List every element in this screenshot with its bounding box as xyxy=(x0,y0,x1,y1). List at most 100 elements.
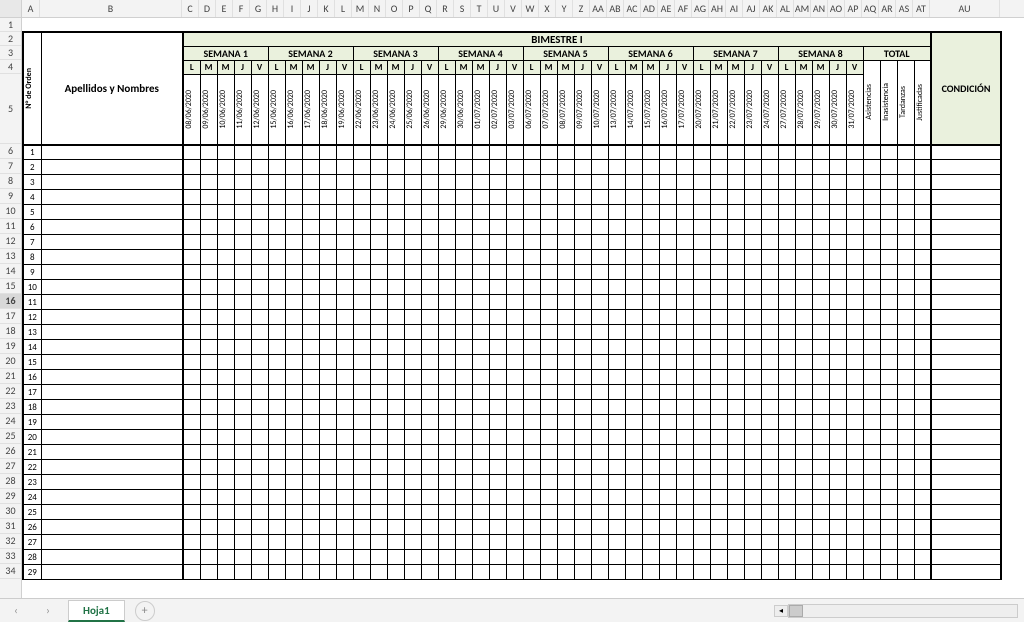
cell-attendance[interactable] xyxy=(319,160,336,175)
cell-attendance[interactable] xyxy=(421,355,438,370)
cell-attendance[interactable] xyxy=(489,190,506,205)
cell-condicion[interactable] xyxy=(931,430,1001,445)
cell-condicion[interactable] xyxy=(931,175,1001,190)
cell-attendance[interactable] xyxy=(642,355,659,370)
cell-condicion[interactable] xyxy=(931,250,1001,265)
cell-total[interactable] xyxy=(880,325,897,340)
cell-attendance[interactable] xyxy=(795,520,812,535)
cell-attendance[interactable] xyxy=(404,415,421,430)
cell-total[interactable] xyxy=(914,295,931,310)
cell-attendance[interactable] xyxy=(387,400,404,415)
cell-attendance[interactable] xyxy=(625,520,642,535)
cell-attendance[interactable] xyxy=(370,520,387,535)
column-header-AR[interactable]: AR xyxy=(879,0,896,17)
cell-attendance[interactable] xyxy=(285,310,302,325)
cell-attendance[interactable] xyxy=(336,355,353,370)
cell-order-number[interactable]: 8 xyxy=(23,250,41,265)
cell-attendance[interactable] xyxy=(421,370,438,385)
cell-total[interactable] xyxy=(897,325,914,340)
cell-attendance[interactable] xyxy=(829,415,846,430)
cell-attendance[interactable] xyxy=(676,550,693,565)
cell-attendance[interactable] xyxy=(455,175,472,190)
column-header-AL[interactable]: AL xyxy=(777,0,794,17)
cell-attendance[interactable] xyxy=(540,550,557,565)
cell-attendance[interactable] xyxy=(608,535,625,550)
cell-total[interactable] xyxy=(863,235,880,250)
cell-attendance[interactable] xyxy=(829,205,846,220)
cell-attendance[interactable] xyxy=(710,265,727,280)
cell-attendance[interactable] xyxy=(591,505,608,520)
cell-attendance[interactable] xyxy=(319,445,336,460)
cell-attendance[interactable] xyxy=(217,460,234,475)
cell-attendance[interactable] xyxy=(727,265,744,280)
cell-attendance[interactable] xyxy=(404,370,421,385)
cell-attendance[interactable] xyxy=(642,445,659,460)
cell-attendance[interactable] xyxy=(625,400,642,415)
cell-attendance[interactable] xyxy=(727,430,744,445)
cell-order-number[interactable]: 21 xyxy=(23,445,41,460)
column-header-AK[interactable]: AK xyxy=(760,0,777,17)
cell-attendance[interactable] xyxy=(251,160,268,175)
cell-total[interactable] xyxy=(880,490,897,505)
cell-attendance[interactable] xyxy=(761,550,778,565)
cell-attendance[interactable] xyxy=(353,340,370,355)
cell-attendance[interactable] xyxy=(523,265,540,280)
row-header[interactable]: 24 xyxy=(0,414,21,429)
cell-attendance[interactable] xyxy=(812,565,829,580)
cell-attendance[interactable] xyxy=(523,205,540,220)
cell-attendance[interactable] xyxy=(268,520,285,535)
cell-attendance[interactable] xyxy=(727,385,744,400)
cell-total[interactable] xyxy=(880,430,897,445)
cell-condicion[interactable] xyxy=(931,565,1001,580)
cell-attendance[interactable] xyxy=(761,310,778,325)
cell-attendance[interactable] xyxy=(234,205,251,220)
cell-total[interactable] xyxy=(880,145,897,160)
cell-order-number[interactable]: 13 xyxy=(23,325,41,340)
cell-attendance[interactable] xyxy=(370,355,387,370)
cell-attendance[interactable] xyxy=(659,475,676,490)
cell-attendance[interactable] xyxy=(710,175,727,190)
row-header[interactable]: 21 xyxy=(0,369,21,384)
cell-attendance[interactable] xyxy=(353,535,370,550)
cell-attendance[interactable] xyxy=(489,310,506,325)
cell-attendance[interactable] xyxy=(778,250,795,265)
cell-attendance[interactable] xyxy=(642,250,659,265)
cell-attendance[interactable] xyxy=(846,205,863,220)
cell-attendance[interactable] xyxy=(591,460,608,475)
cell-attendance[interactable] xyxy=(336,520,353,535)
cell-attendance[interactable] xyxy=(574,340,591,355)
cell-attendance[interactable] xyxy=(455,145,472,160)
cell-attendance[interactable] xyxy=(846,370,863,385)
cell-attendance[interactable] xyxy=(251,430,268,445)
cell-attendance[interactable] xyxy=(506,190,523,205)
cell-total[interactable] xyxy=(897,505,914,520)
cell-attendance[interactable] xyxy=(319,205,336,220)
cell-attendance[interactable] xyxy=(523,550,540,565)
cell-attendance[interactable] xyxy=(217,475,234,490)
cell-attendance[interactable] xyxy=(506,280,523,295)
cell-condicion[interactable] xyxy=(931,145,1001,160)
nav-next-icon[interactable]: › xyxy=(42,604,54,617)
cell-attendance[interactable] xyxy=(285,445,302,460)
cell-total[interactable] xyxy=(897,280,914,295)
cell-condicion[interactable] xyxy=(931,295,1001,310)
cell-attendance[interactable] xyxy=(319,235,336,250)
cell-attendance[interactable] xyxy=(846,325,863,340)
cell-name[interactable] xyxy=(41,265,183,280)
cell-attendance[interactable] xyxy=(812,400,829,415)
cell-condicion[interactable] xyxy=(931,310,1001,325)
cell-attendance[interactable] xyxy=(659,400,676,415)
cell-attendance[interactable] xyxy=(285,145,302,160)
cell-attendance[interactable] xyxy=(812,205,829,220)
cell-order-number[interactable]: 23 xyxy=(23,475,41,490)
cell-attendance[interactable] xyxy=(710,190,727,205)
cell-attendance[interactable] xyxy=(761,190,778,205)
cell-attendance[interactable] xyxy=(455,235,472,250)
cell-total[interactable] xyxy=(914,370,931,385)
cell-attendance[interactable] xyxy=(812,175,829,190)
cell-attendance[interactable] xyxy=(370,505,387,520)
cell-attendance[interactable] xyxy=(523,430,540,445)
cell-attendance[interactable] xyxy=(302,220,319,235)
cell-attendance[interactable] xyxy=(744,505,761,520)
cell-attendance[interactable] xyxy=(676,430,693,445)
